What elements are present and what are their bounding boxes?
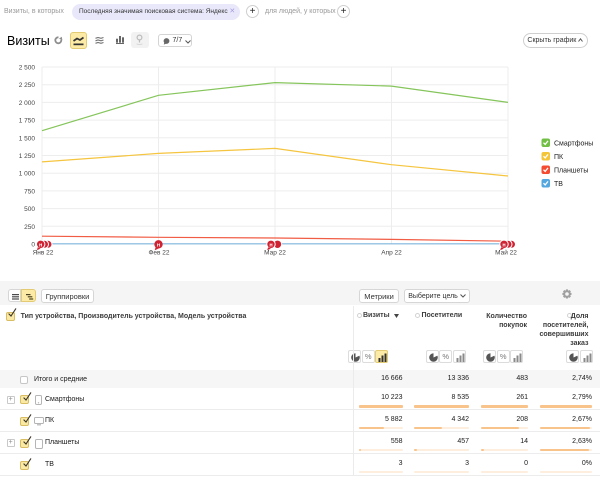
svg-text:2 000: 2 000: [19, 100, 36, 107]
svg-text:1 750: 1 750: [19, 118, 36, 125]
svg-text:1 250: 1 250: [19, 153, 36, 160]
svg-text:Смартфоны: Смартфоны: [554, 141, 593, 148]
svg-text:Янв 22: Янв 22: [33, 250, 54, 257]
svg-text:2 250: 2 250: [19, 82, 36, 89]
svg-text:Апр 22: Апр 22: [381, 250, 402, 257]
svg-text:н: н: [269, 242, 272, 248]
svg-text:Май 22: Май 22: [495, 249, 517, 257]
svg-text:750: 750: [24, 188, 35, 195]
svg-text:1 500: 1 500: [19, 135, 36, 142]
svg-text:н: н: [502, 242, 505, 248]
svg-text:н: н: [157, 242, 160, 248]
svg-text:н: н: [39, 242, 42, 248]
svg-text:2 500: 2 500: [19, 65, 36, 72]
svg-text:Фев 22: Фев 22: [148, 250, 169, 257]
svg-text:Мар 22: Мар 22: [264, 250, 286, 257]
svg-text:Планшеты: Планшеты: [554, 168, 588, 175]
svg-text:500: 500: [24, 206, 35, 213]
svg-text:1 000: 1 000: [19, 171, 36, 178]
svg-text:0: 0: [31, 242, 35, 249]
svg-text:ПК: ПК: [554, 154, 564, 161]
svg-text:250: 250: [24, 224, 35, 231]
svg-text:ТВ: ТВ: [554, 181, 563, 188]
